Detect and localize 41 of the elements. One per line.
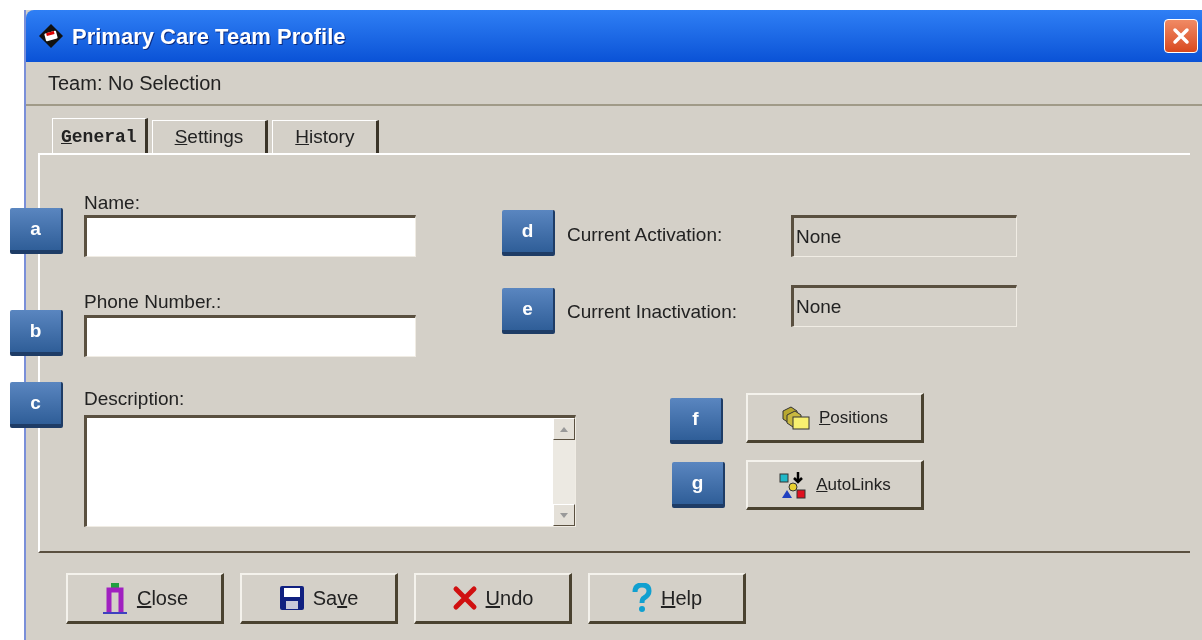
scrollbar[interactable]: [553, 418, 575, 526]
field-label: Description:: [84, 387, 186, 409]
save-button[interactable]: Save: [240, 573, 398, 624]
door-icon: [100, 582, 129, 614]
callout-badge: g: [672, 462, 725, 508]
close-button[interactable]: Close: [66, 573, 224, 624]
field-label: Current Inactivation:: [567, 300, 739, 324]
name-input[interactable]: [84, 215, 416, 257]
up-arrow-icon: [560, 426, 568, 432]
close-icon: [1171, 26, 1191, 46]
help-button[interactable]: Help: [588, 573, 746, 624]
x-mark-icon: [451, 585, 478, 611]
close-button[interactable]: [1164, 19, 1198, 53]
down-arrow-icon: [560, 512, 568, 518]
tab[interactable]: Settings: [151, 120, 269, 153]
activation-field: None: [791, 215, 1017, 257]
callout-badge: b: [10, 310, 63, 356]
tab[interactable]: History: [272, 120, 380, 153]
phone-input[interactable]: [84, 315, 416, 357]
description-textarea[interactable]: [84, 415, 576, 527]
field-label: Current Activation:: [567, 222, 724, 247]
app-icon: [38, 23, 64, 49]
callout-badge: a: [10, 208, 63, 254]
team-label: Team: No Selection: [48, 71, 222, 96]
window-title: Primary Care Team Profile: [72, 22, 346, 51]
folders-icon: [781, 404, 811, 431]
callout-badge: c: [10, 382, 63, 428]
callout-badge: e: [502, 288, 555, 334]
tab[interactable]: General: [52, 118, 148, 155]
scroll-up-button[interactable]: [553, 418, 575, 440]
callout-badge: f: [670, 398, 723, 444]
scroll-down-button[interactable]: [553, 504, 575, 526]
field-label: Phone Number.:: [84, 290, 223, 312]
field-label: Name:: [84, 191, 141, 213]
positions-button[interactable]: Positions: [746, 393, 924, 443]
undo-button[interactable]: Undo: [414, 573, 572, 624]
question-mark-icon: [630, 583, 653, 613]
inactivation-field: None: [791, 285, 1017, 327]
autolinks-button[interactable]: AutoLinks: [746, 460, 924, 510]
callout-badge: d: [502, 210, 555, 256]
links-icon: [778, 470, 809, 499]
